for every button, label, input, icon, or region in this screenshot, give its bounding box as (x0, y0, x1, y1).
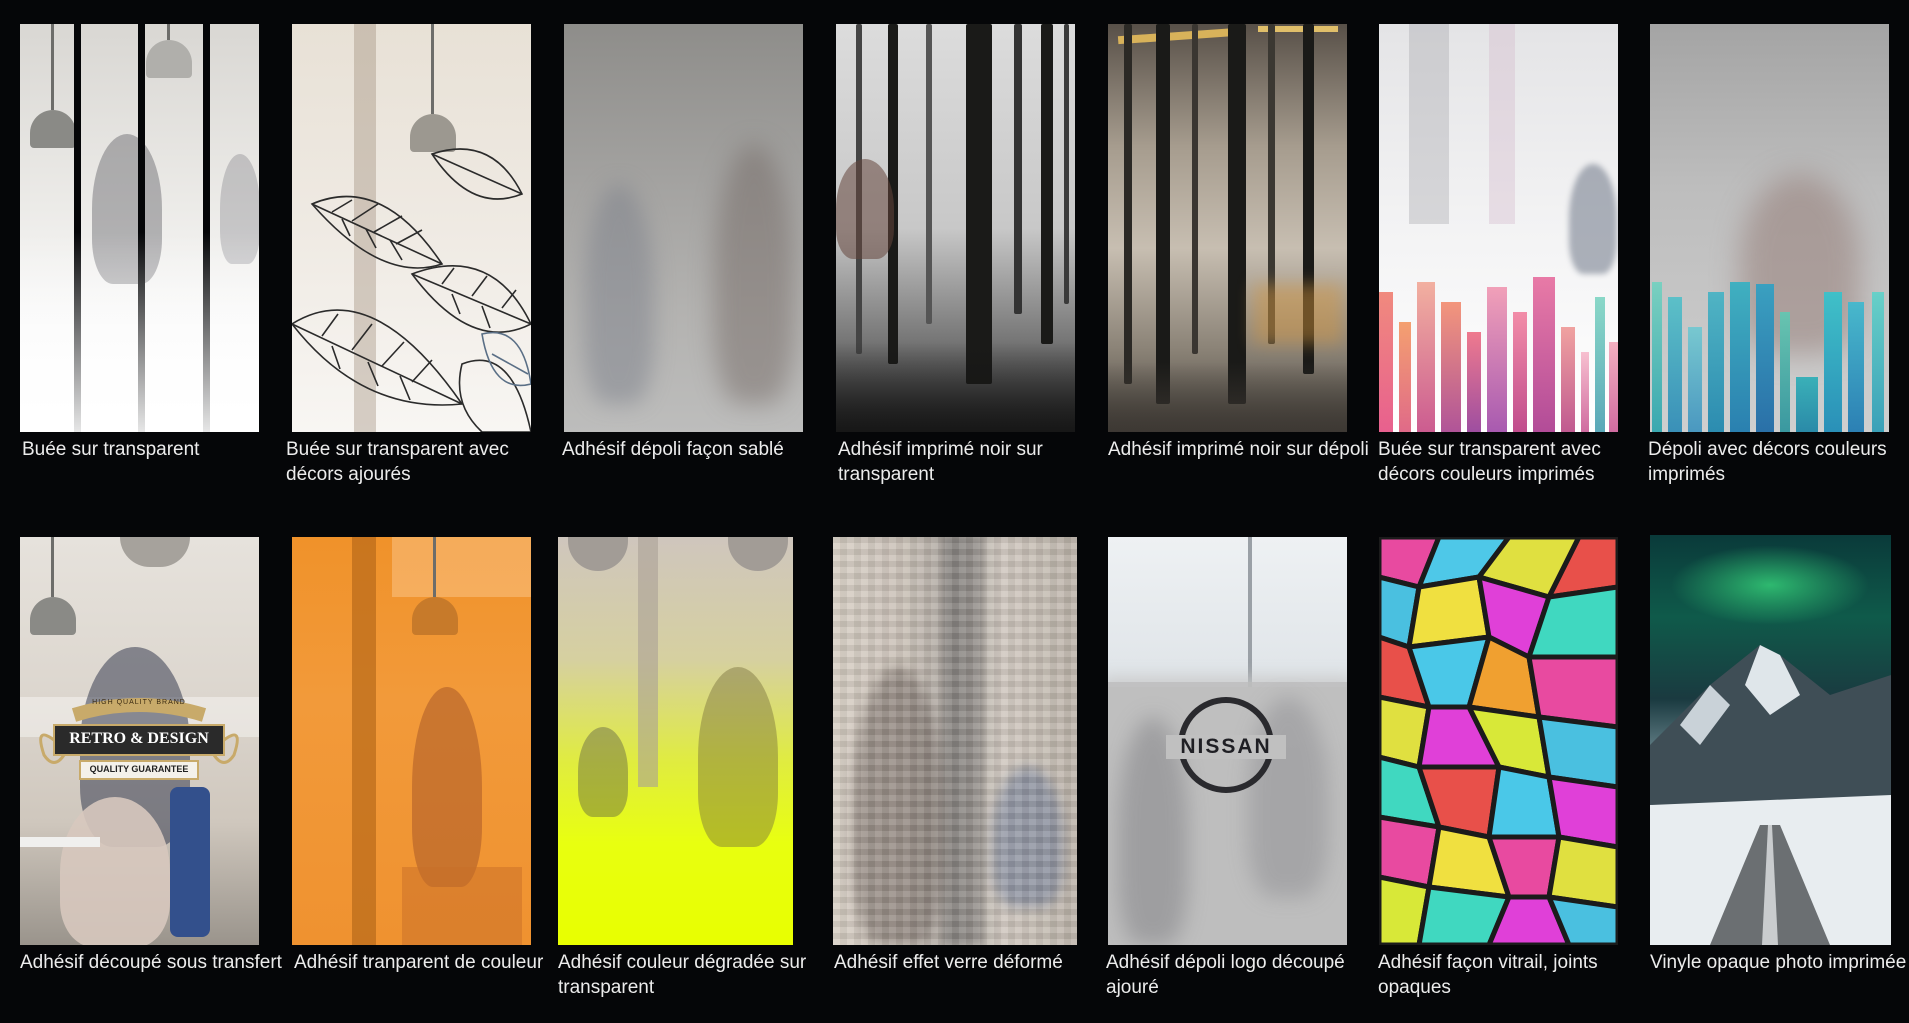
blurred-person (1569, 164, 1617, 274)
pendant-lamp (412, 537, 458, 635)
caption-verre-deforme: Adhésif effet verre déformé (834, 952, 1063, 973)
retro-logo-sub-text: QUALITY GUARANTEE (89, 764, 189, 774)
pendant-lamp (120, 537, 190, 567)
sample-vinyle-photo[interactable] (1650, 535, 1891, 945)
sample-buee-transparent[interactable] (20, 24, 259, 432)
sample-imprime-noir-transparent[interactable] (836, 24, 1075, 432)
caption-vitrail: Adhésif façon vitrail, joints opaques (1378, 952, 1598, 998)
person-silhouette (836, 159, 894, 259)
blurred-person (584, 184, 654, 404)
person-silhouette (698, 667, 778, 847)
sample-depoli-decors-couleurs[interactable] (1650, 24, 1889, 432)
person-silhouette (578, 727, 628, 817)
caption-depoli-decors-couleurs: Dépoli avec décors couleurs imprimés (1648, 439, 1887, 485)
sample-transparent-couleur[interactable] (292, 537, 531, 945)
sample-buee-decors-couleurs[interactable] (1379, 24, 1618, 432)
caption-buee-transparent: Buée sur transparent (22, 439, 200, 460)
person-silhouette (412, 687, 482, 887)
mountain-landscape (1650, 645, 1891, 945)
caption-buee-decors-ajoures: Buée sur transparent avec décors ajourés (286, 439, 509, 485)
caption-decoupe-transfert: Adhésif découpé sous transfert (20, 952, 282, 973)
retro-logo-top-text: HIGH QUALITY BRAND (92, 699, 186, 706)
nissan-logo: NISSAN (1166, 697, 1286, 817)
person-silhouette (60, 797, 170, 945)
caption-depoli-logo: Adhésif dépoli logo découpé ajouré (1106, 952, 1345, 998)
pendant-lamp (568, 537, 628, 571)
caption-imprime-noir-transparent: Adhésif imprimé noir sur transparent (838, 439, 1043, 485)
caption-transparent-couleur: Adhésif tranparent de couleur (294, 952, 544, 973)
sample-vitrail[interactable] (1379, 537, 1618, 945)
leaf-pattern (292, 148, 531, 432)
sample-couleur-degradee[interactable] (558, 537, 797, 945)
retro-design-logo: HIGH QUALITY BRAND RETRO & DESIGN QUALIT… (34, 685, 244, 785)
caption-buee-decors-couleurs: Buée sur transparent avec décors couleur… (1378, 439, 1601, 485)
retro-logo-main-text: RETRO & DESIGN (69, 730, 209, 747)
sample-depoli-sable[interactable] (564, 24, 803, 432)
caption-depoli-sable: Adhésif dépoli façon sablé (562, 439, 784, 460)
sample-imprime-noir-depoli[interactable] (1108, 24, 1347, 432)
blurred-person (714, 144, 794, 404)
pendant-lamp (728, 537, 788, 571)
caption-vinyle-photo: Vinyle opaque photo imprimée (1650, 952, 1907, 973)
sample-verre-deforme[interactable] (833, 537, 1077, 945)
stained-glass-pattern (1379, 537, 1618, 945)
caption-imprime-noir-depoli: Adhésif imprimé noir sur dépoli (1108, 439, 1369, 460)
pendant-lamp (30, 537, 76, 635)
nissan-logo-text: NISSAN (1180, 735, 1272, 758)
sample-depoli-logo[interactable]: NISSAN (1108, 537, 1347, 945)
sample-buee-decors-ajoures[interactable] (292, 24, 531, 432)
sample-decoupe-transfert[interactable]: HIGH QUALITY BRAND RETRO & DESIGN QUALIT… (20, 537, 259, 945)
caption-couleur-degradee: Adhésif couleur dégradée sur transparent (558, 952, 807, 998)
